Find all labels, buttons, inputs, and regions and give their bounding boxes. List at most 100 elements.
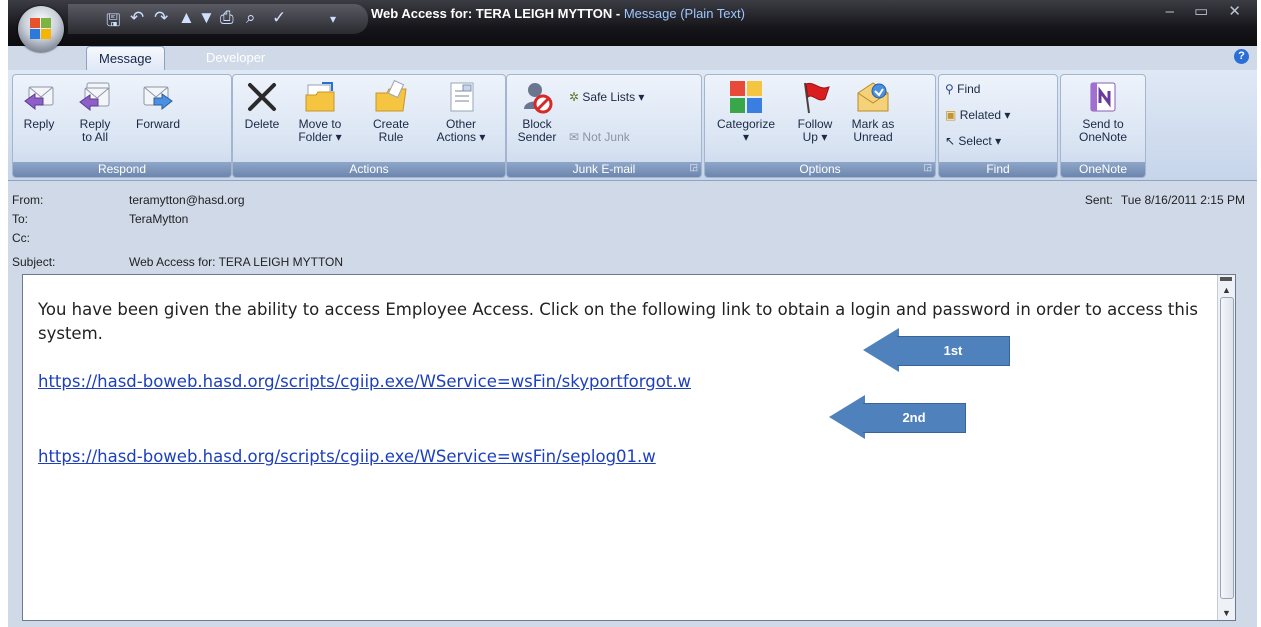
office-button[interactable] <box>18 6 64 52</box>
junk-dialog-launcher-icon[interactable]: ◲ <box>689 160 698 175</box>
categorize-label-1: Categorize <box>716 117 776 131</box>
login-link[interactable]: https://hasd-boweb.hasd.org/scripts/cgii… <box>38 447 656 466</box>
block-sender-icon <box>524 83 553 114</box>
select-label: Select ▾ <box>958 134 1002 148</box>
send-label-2: OneNote <box>1078 130 1128 144</box>
reply-all-icon <box>79 82 110 112</box>
scroll-down-icon[interactable]: ▼ <box>1218 608 1235 618</box>
message-header: From: teramytton@hasd.org To: TeraMytton… <box>8 185 1257 273</box>
move-label-1: Move to <box>298 117 342 131</box>
help-icon[interactable]: ? <box>1234 49 1249 64</box>
arrow-1st-head <box>863 328 899 372</box>
body-text: You have been given the ability to acces… <box>38 300 1199 343</box>
move-to-folder-icon <box>305 82 335 112</box>
tab-developer[interactable]: Developer <box>194 46 277 70</box>
window-controls[interactable]: – ▭ ✕ <box>1166 2 1249 20</box>
subject-value: Web Access for: TERA LEIGH MYTTON <box>129 255 344 269</box>
subject-label: Subject: <box>12 255 56 269</box>
group-options: Categorize ▾ Follow Up ▾ Mark as Unread … <box>704 74 936 178</box>
delete-icon <box>248 83 276 111</box>
mark-label-2: Unread <box>853 130 893 144</box>
title-separator: - <box>612 6 624 21</box>
reply-all-label-1: Reply <box>79 117 111 131</box>
create-rule-icon <box>375 79 407 112</box>
send-label-1: Send to <box>1082 117 1124 131</box>
reply-icon <box>24 86 54 111</box>
arrow-2nd-label: 2nd <box>863 403 966 433</box>
move-to-folder-button[interactable]: Move to Folder ▾ <box>291 79 349 144</box>
window-title: Web Access for: TERA LEIGH MYTTON - Mess… <box>8 6 1108 21</box>
annotation-arrow-1st: 1st <box>863 328 1013 372</box>
options-group-label: Options ◲ <box>705 162 935 177</box>
forward-button[interactable]: Forward <box>127 79 189 131</box>
follow-up-button[interactable]: Follow Up ▾ <box>789 79 841 144</box>
split-handle[interactable] <box>1220 277 1232 281</box>
arrow-2nd-head <box>829 395 865 439</box>
related-label: Related ▾ <box>959 108 1011 122</box>
sent-field: Sent: Tue 8/16/2011 2:15 PM <box>1085 193 1245 207</box>
office-logo-icon <box>30 18 52 40</box>
forgot-password-link[interactable]: https://hasd-boweb.hasd.org/scripts/cgii… <box>38 372 691 391</box>
message-body[interactable]: You have been given the ability to acces… <box>22 274 1236 621</box>
related-button[interactable]: ▣ Related ▾ <box>945 107 1010 123</box>
group-onenote: Send to OneNote OneNote <box>1060 74 1146 178</box>
other-label-2: Actions ▾ <box>436 130 486 144</box>
forward-label: Forward <box>135 117 180 131</box>
create-rule-button[interactable]: Create Rule <box>367 79 415 144</box>
options-dialog-launcher-icon[interactable]: ◲ <box>923 160 932 175</box>
scroll-up-icon[interactable]: ▲ <box>1218 285 1235 295</box>
not-junk-button[interactable]: ✉ Not Junk <box>569 129 630 145</box>
follow-label-2: Up ▾ <box>802 130 828 144</box>
cc-label: Cc: <box>12 231 30 245</box>
other-label-1: Other <box>445 117 476 131</box>
group-respond: Reply Reply to All Forward Respond <box>12 74 232 178</box>
not-junk-icon: ✉ <box>569 130 580 144</box>
mark-as-unread-button[interactable]: Mark as Unread <box>845 79 901 144</box>
safe-lists-label: Safe Lists ▾ <box>582 90 645 104</box>
tab-message[interactable]: Message <box>86 46 165 71</box>
outlook-message-window: 🖫 ↶ ↷ ▲ ▼ ⎙ ⌕ ✓ ▾ Web Access for: TERA L… <box>8 0 1257 627</box>
onenote-group-label: OneNote <box>1061 162 1145 177</box>
other-actions-button[interactable]: Other Actions ▾ <box>427 79 495 144</box>
group-junk-email: Block Sender ✲ Safe Lists ▾ ✉ Not Junk J… <box>506 74 702 178</box>
arrow-1st-label: 1st <box>897 336 1010 366</box>
sent-value: Tue 8/16/2011 2:15 PM <box>1120 193 1245 207</box>
delete-button[interactable]: Delete <box>237 79 287 131</box>
safe-lists-button[interactable]: ✲ Safe Lists ▾ <box>569 89 644 105</box>
block-label-1: Block <box>522 117 552 131</box>
to-label: To: <box>12 212 29 226</box>
respond-group-label: Respond <box>13 162 231 177</box>
mark-label-1: Mark as <box>851 117 895 131</box>
delete-label: Delete <box>244 117 280 131</box>
send-to-onenote-button[interactable]: Send to OneNote <box>1067 79 1139 144</box>
reply-label: Reply <box>23 117 55 131</box>
create-label-2: Rule <box>378 130 404 144</box>
from-value[interactable]: teramytton@hasd.org <box>129 193 245 207</box>
follow-up-flag-icon <box>804 82 830 114</box>
categorize-button[interactable]: Categorize ▾ <box>709 79 783 144</box>
find-button[interactable]: ⚲ Find <box>945 81 980 97</box>
ribbon-tabs: Message Developer ? <box>8 46 1257 71</box>
forward-icon <box>143 86 173 111</box>
vertical-scrollbar[interactable]: ▲ ▼ <box>1217 275 1235 620</box>
junk-group-label: Junk E-mail ◲ <box>507 162 701 177</box>
find-label: Find <box>957 82 981 96</box>
mark-as-unread-icon <box>857 82 889 112</box>
message-mode: Message (Plain Text) <box>623 6 745 21</box>
sent-label: Sent: <box>1084 193 1113 207</box>
find-group-label: Find <box>939 162 1057 177</box>
to-value[interactable]: TeraMytton <box>129 212 188 226</box>
select-button[interactable]: ↖ Select ▾ <box>945 133 1001 149</box>
categorize-icon <box>730 81 762 113</box>
reply-button[interactable]: Reply <box>17 79 61 131</box>
scroll-thumb[interactable] <box>1220 297 1234 599</box>
reply-all-label-2: to All <box>81 130 108 144</box>
categorize-label-2: ▾ <box>742 130 750 144</box>
onenote-icon <box>1090 82 1116 112</box>
follow-label-1: Follow <box>797 117 833 131</box>
reply-all-button[interactable]: Reply to All <box>69 79 121 144</box>
related-icon: ▣ <box>945 108 957 122</box>
block-sender-button[interactable]: Block Sender <box>513 79 561 144</box>
cursor-icon: ↖ <box>945 134 956 148</box>
options-group-label-text: Options <box>799 162 841 176</box>
